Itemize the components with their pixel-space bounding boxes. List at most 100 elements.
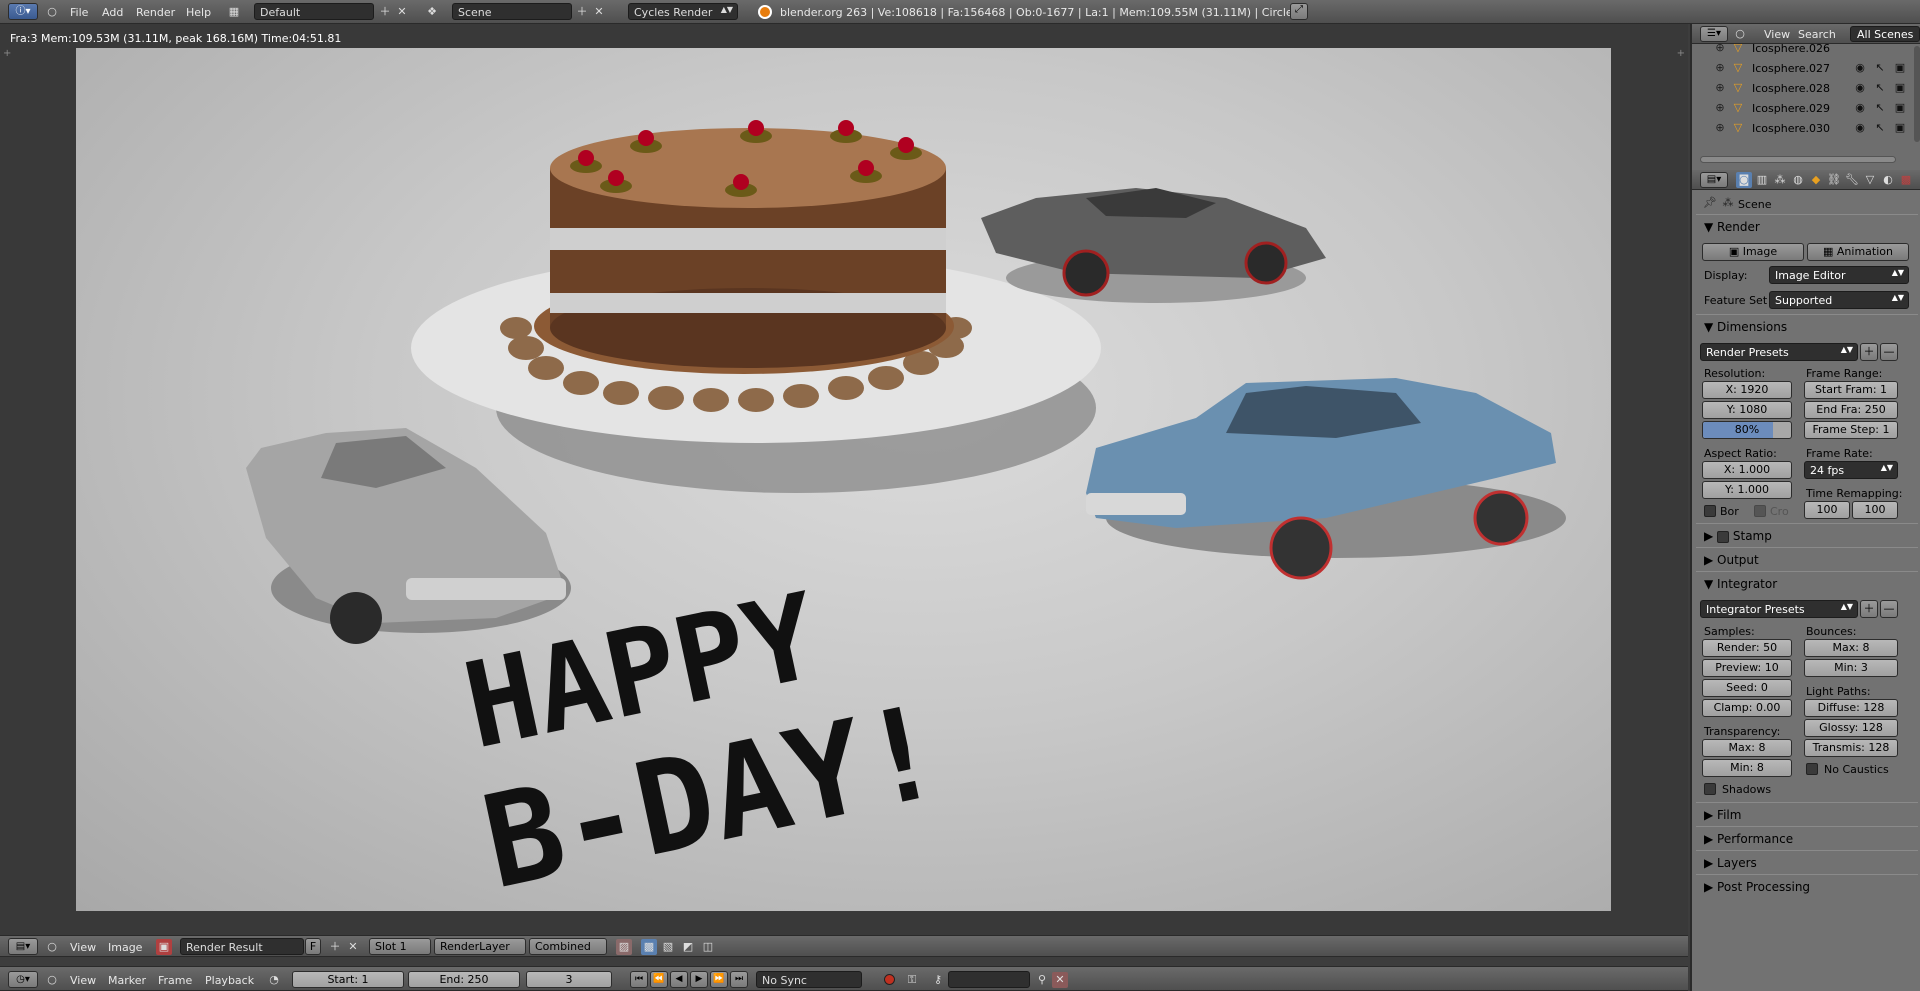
list-item[interactable]: ⊕ ▽ Icosphere.029 ◉ ↖ ▣ bbox=[1692, 98, 1914, 118]
integrator-presets-dropdown[interactable]: Integrator Presets ▲▼ bbox=[1700, 600, 1858, 618]
draw-alpha-icon[interactable]: ▧ bbox=[660, 939, 676, 955]
add-scene-icon[interactable]: ＋ bbox=[574, 4, 590, 20]
jump-start-button[interactable]: ⏮ bbox=[630, 971, 648, 988]
object-context-icon[interactable]: ◆ bbox=[1808, 172, 1824, 188]
selectable-cursor-icon[interactable]: ↖ bbox=[1872, 80, 1888, 96]
end-frame-field[interactable]: End: 250 bbox=[408, 971, 520, 988]
slot-dropdown[interactable]: Slot 1 bbox=[369, 938, 431, 955]
render-presets-dropdown[interactable]: Render Presets ▲▼ bbox=[1700, 343, 1858, 361]
renderable-camera-icon[interactable]: ▣ bbox=[1892, 100, 1908, 116]
preview-range-icon[interactable]: ◔ bbox=[266, 972, 282, 988]
render-context-icon[interactable]: ◙ bbox=[1736, 172, 1752, 188]
keying-set-icon[interactable]: ⚿ bbox=[904, 972, 920, 988]
shadows-checkbox[interactable] bbox=[1704, 783, 1716, 795]
keying-set-browse-icon[interactable]: ⚷ bbox=[930, 972, 946, 988]
performance-panel-header[interactable]: ▶ Performance bbox=[1704, 832, 1793, 846]
menu-marker[interactable]: Marker bbox=[108, 974, 146, 987]
feature-set-dropdown[interactable]: Supported ▲▼ bbox=[1769, 291, 1909, 309]
channel-icon[interactable]: ◫ bbox=[700, 939, 716, 955]
editor-type-button[interactable]: ▤▾ bbox=[8, 938, 38, 955]
no-caustics-checkbox[interactable] bbox=[1806, 763, 1818, 775]
expand-icon[interactable]: ⊕ bbox=[1712, 80, 1728, 96]
frame-rate-dropdown[interactable]: 24 fps ▲▼ bbox=[1804, 461, 1898, 479]
render-pass-dropdown[interactable]: Combined bbox=[529, 938, 607, 955]
remove-preset-button[interactable]: — bbox=[1880, 343, 1898, 361]
frame-step-field[interactable]: Frame Step: 1 bbox=[1804, 421, 1898, 439]
menu-file[interactable]: File bbox=[70, 6, 88, 19]
play-reverse-button[interactable]: ◀ bbox=[670, 971, 688, 988]
data-context-icon[interactable]: ▽ bbox=[1862, 172, 1878, 188]
display-filter-dropdown[interactable]: All Scenes bbox=[1850, 26, 1920, 42]
fullscreen-toggle-button[interactable]: ⤢ bbox=[1290, 3, 1308, 20]
play-button[interactable]: ▶ bbox=[690, 971, 708, 988]
unlink-image-icon[interactable]: ✕ bbox=[345, 939, 361, 955]
menu-image[interactable]: Image bbox=[108, 941, 142, 954]
selectable-cursor-icon[interactable]: ↖ bbox=[1872, 60, 1888, 76]
editor-type-button[interactable]: ⓘ▾ bbox=[8, 3, 38, 20]
border-checkbox[interactable] bbox=[1704, 505, 1716, 517]
film-panel-header[interactable]: ▶ Film bbox=[1704, 808, 1741, 822]
image-name-field[interactable]: Render Result bbox=[180, 938, 304, 955]
expand-icon[interactable]: ⊕ bbox=[1712, 100, 1728, 116]
visibility-eye-icon[interactable]: ◉ bbox=[1852, 80, 1868, 96]
renderable-camera-icon[interactable]: ▣ bbox=[1892, 80, 1908, 96]
end-frame-field[interactable]: End Fra: 250 bbox=[1804, 401, 1898, 419]
render-layers-icon[interactable]: ▥ bbox=[1754, 172, 1770, 188]
layers-panel-header[interactable]: ▶ Layers bbox=[1704, 856, 1757, 870]
keying-set-field[interactable] bbox=[948, 971, 1030, 988]
material-context-icon[interactable]: ◐ bbox=[1880, 172, 1896, 188]
editor-type-button[interactable]: ▤▾ bbox=[1700, 172, 1728, 188]
draw-image-icon[interactable]: ▩ bbox=[641, 939, 657, 955]
collapse-menu-icon[interactable]: ○ bbox=[44, 972, 60, 988]
glossy-bounces-field[interactable]: Glossy: 128 bbox=[1804, 719, 1898, 737]
selectable-cursor-icon[interactable]: ↖ bbox=[1872, 100, 1888, 116]
add-preset-button[interactable]: ＋ bbox=[1860, 343, 1878, 361]
menu-frame[interactable]: Frame bbox=[158, 974, 192, 987]
render-layer-dropdown[interactable]: RenderLayer bbox=[434, 938, 526, 955]
display-dropdown[interactable]: Image Editor ▲▼ bbox=[1769, 266, 1909, 284]
render-animation-button[interactable]: ▦ Animation bbox=[1807, 243, 1909, 261]
delete-scene-icon[interactable]: ✕ bbox=[591, 4, 607, 20]
constraints-context-icon[interactable]: ⛓ bbox=[1826, 172, 1842, 188]
preview-samples-field[interactable]: Preview: 10 bbox=[1702, 659, 1792, 677]
collapse-menu-icon[interactable]: ○ bbox=[1732, 26, 1748, 42]
render-samples-field[interactable]: Render: 50 bbox=[1702, 639, 1792, 657]
texture-context-icon[interactable]: ▩ bbox=[1898, 172, 1914, 188]
record-icon[interactable] bbox=[884, 974, 895, 985]
list-item[interactable]: ⊕ ▽ Icosphere.027 ◉ ↖ ▣ bbox=[1692, 58, 1914, 78]
stamp-panel-header[interactable]: ▶ Stamp bbox=[1704, 529, 1772, 543]
aspect-x-field[interactable]: X: 1.000 bbox=[1702, 461, 1792, 479]
bounces-max-field[interactable]: Max: 8 bbox=[1804, 639, 1898, 657]
seed-field[interactable]: Seed: 0 bbox=[1702, 679, 1792, 697]
transmission-bounces-field[interactable]: Transmis: 128 bbox=[1804, 739, 1898, 757]
image-browse-icon[interactable]: ▣ bbox=[156, 939, 172, 955]
expand-icon[interactable]: ⊕ bbox=[1712, 60, 1728, 76]
delete-keyframe-icon[interactable]: ✕ bbox=[1052, 972, 1068, 988]
collapse-menu-icon[interactable]: ○ bbox=[44, 4, 60, 20]
delete-layout-icon[interactable]: ✕ bbox=[394, 4, 410, 20]
list-item[interactable]: ⊕ ▽ Icosphere.026 bbox=[1692, 44, 1914, 58]
post-processing-panel-header[interactable]: ▶ Post Processing bbox=[1704, 880, 1810, 894]
expand-icon[interactable]: ⊕ bbox=[1712, 44, 1728, 56]
menu-help[interactable]: Help bbox=[186, 6, 211, 19]
visibility-eye-icon[interactable]: ◉ bbox=[1852, 60, 1868, 76]
output-panel-header[interactable]: ▶ Output bbox=[1704, 553, 1759, 567]
selectable-cursor-icon[interactable]: ↖ bbox=[1872, 120, 1888, 136]
renderable-camera-icon[interactable]: ▣ bbox=[1892, 60, 1908, 76]
render-panel-header[interactable]: ▼ Render bbox=[1704, 220, 1760, 234]
aspect-y-field[interactable]: Y: 1.000 bbox=[1702, 481, 1792, 499]
menu-view[interactable]: View bbox=[1764, 28, 1790, 41]
menu-add[interactable]: Add bbox=[102, 6, 123, 19]
editor-type-button[interactable]: ☰▾ bbox=[1700, 26, 1728, 42]
remove-preset-button[interactable]: — bbox=[1880, 600, 1898, 618]
scene-context-icon[interactable]: ⁂ bbox=[1772, 172, 1788, 188]
diffuse-bounces-field[interactable]: Diffuse: 128 bbox=[1804, 699, 1898, 717]
render-engine-dropdown[interactable]: Cycles Render ▲▼ bbox=[628, 3, 738, 20]
add-image-icon[interactable]: ＋ bbox=[327, 939, 343, 955]
pin-icon[interactable]: 📌︎ bbox=[1702, 195, 1718, 211]
list-item[interactable]: ⊕ ▽ Icosphere.030 ◉ ↖ ▣ bbox=[1692, 118, 1914, 138]
scene-field[interactable]: Scene bbox=[452, 3, 572, 20]
transparency-max-field[interactable]: Max: 8 bbox=[1702, 739, 1792, 757]
menu-playback[interactable]: Playback bbox=[205, 974, 254, 987]
menu-search[interactable]: Search bbox=[1798, 28, 1836, 41]
